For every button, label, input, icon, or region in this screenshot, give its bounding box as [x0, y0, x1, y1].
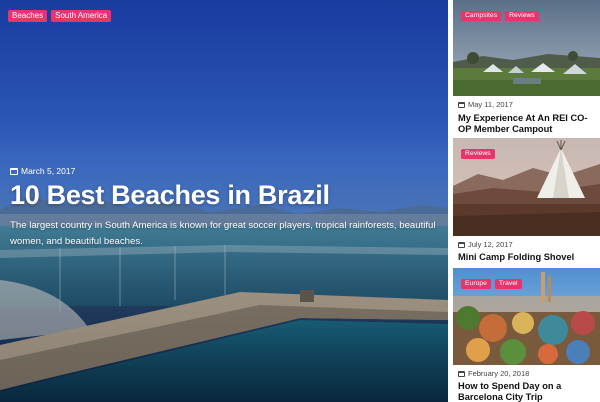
hero-date-text: March 5, 2017 [21, 166, 76, 176]
calendar-icon [458, 101, 465, 108]
tag-europe[interactable]: Europe [461, 279, 491, 289]
hero-date: March 5, 2017 [10, 166, 75, 176]
calendar-icon [10, 167, 18, 175]
hero-title[interactable]: 10 Best Beaches in Brazil [10, 180, 330, 211]
card-date: July 12, 2017 [458, 240, 513, 249]
card-title[interactable]: How to Spend Day on a Barcelona City Tri… [458, 381, 600, 402]
tag-campsites[interactable]: Campsites [461, 11, 502, 21]
tag-south-america[interactable]: South America [51, 10, 112, 22]
card-title[interactable]: Mini Camp Folding Shovel [458, 252, 600, 263]
tag-travel[interactable]: Travel [494, 279, 522, 289]
card-tags: Campsites Reviews [461, 11, 539, 21]
post-card[interactable]: Campsites Reviews May 11, 2017 My Experi… [453, 0, 600, 138]
card-date: February 20, 2018 [458, 369, 529, 378]
tag-reviews[interactable]: Reviews [461, 149, 495, 159]
tag-reviews[interactable]: Reviews [505, 11, 539, 21]
card-date-text: May 11, 2017 [468, 100, 513, 109]
calendar-icon [458, 241, 465, 248]
hero-excerpt: The largest country in South America is … [10, 220, 436, 247]
hero-tags: Beaches South America [8, 10, 112, 22]
calendar-icon [458, 370, 465, 377]
card-title[interactable]: My Experience At An REI CO-OP Member Cam… [458, 113, 600, 135]
post-card[interactable]: Europe Travel February 20, 2018 How to S… [453, 268, 600, 402]
post-card[interactable]: Reviews July 12, 2017 Mini Camp Folding … [453, 138, 600, 268]
card-tags: Europe Travel [461, 279, 522, 289]
tag-beaches[interactable]: Beaches [8, 10, 48, 22]
featured-post[interactable]: Beaches South America March 5, 2017 10 B… [0, 0, 448, 402]
card-date-text: February 20, 2018 [468, 369, 530, 378]
card-date: May 11, 2017 [458, 100, 513, 109]
card-date-text: July 12, 2017 [468, 240, 513, 249]
card-tags: Reviews [461, 149, 495, 159]
